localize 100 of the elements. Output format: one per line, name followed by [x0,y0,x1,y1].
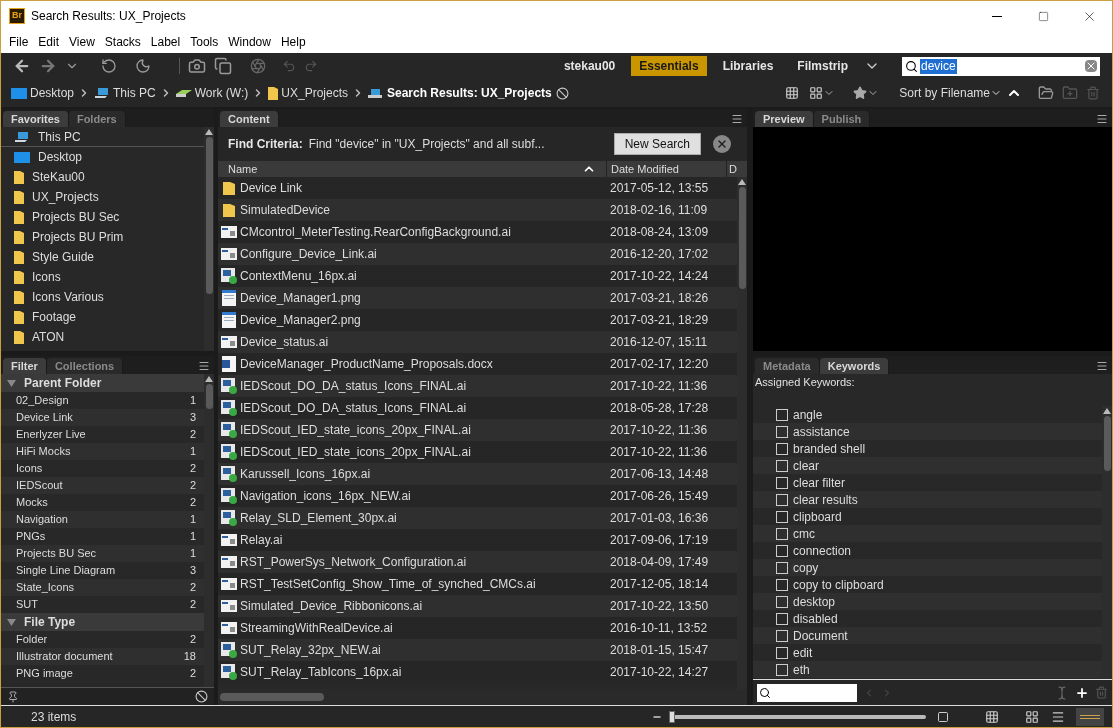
menu-item[interactable]: View [64,33,100,51]
file-row[interactable]: Configure_Device_Link.ai 2016-12-20, 17:02 [218,243,737,265]
scroll-up-icon[interactable] [738,179,746,185]
column-header[interactable]: D [727,161,747,177]
new-search-button[interactable]: New Search [613,133,701,155]
workspace-tab[interactable]: Filmstrip [789,56,856,76]
file-row[interactable]: RST_PowerSys_Network_Configuration.ai 2018-04-09, 17:49 [218,551,737,573]
panel-menu-icon[interactable] [198,360,210,372]
scroll-thumb[interactable] [205,137,213,294]
menu-item[interactable]: Help [275,33,311,51]
favorite-item[interactable]: SteKau00 [1,167,204,187]
scrollbar[interactable] [204,374,214,687]
scrollbar[interactable] [204,127,214,351]
clear-filter-icon[interactable] [195,690,208,703]
folder-icon[interactable] [1038,85,1054,101]
panel-tab[interactable]: Filter [3,358,47,374]
favorite-item[interactable]: Icons Various [1,287,204,307]
keyword-checkbox[interactable] [776,425,788,438]
filter-item[interactable]: HiFi Mocks 1 [1,443,204,460]
menu-item[interactable]: Edit [33,33,65,51]
scrollbar[interactable] [737,177,747,689]
filter-item[interactable]: Illustrator document 18 [1,648,204,665]
file-row[interactable]: Device_Manager1.png 2017-03-21, 18:26 [218,287,737,309]
file-row[interactable]: Simulated_Device_Ribbonicons.ai 2017-10-22, 13:50 [218,595,737,617]
breadcrumb[interactable]: UX_Projects [268,84,348,102]
breadcrumb[interactable]: This PC [94,84,156,102]
favorite-item[interactable]: Projects BU Sec [1,207,204,227]
menu-item[interactable]: Stacks [99,33,146,51]
breadcrumb[interactable]: Desktop [11,84,75,102]
crescent-icon[interactable] [135,58,151,74]
breadcrumb[interactable]: Work (W:) [175,84,249,102]
keyword-checkbox[interactable] [776,561,788,574]
details-view-icon[interactable] [1050,709,1066,724]
panel-tab[interactable]: Content [220,111,279,127]
panel-tab[interactable]: Favorites [3,111,69,127]
search-icon[interactable] [905,59,918,73]
scroll-up-icon[interactable] [205,376,213,382]
grid-view-icon[interactable] [984,709,1000,724]
breadcrumb[interactable]: Search Results: UX_Projects [368,84,552,102]
scroll-thumb[interactable] [205,384,213,410]
panel-tab[interactable]: Keywords [819,358,890,374]
back-icon[interactable] [13,57,31,75]
panel-tab[interactable]: Publish [813,111,871,127]
keyword-checkbox[interactable] [776,595,788,608]
sort-menu[interactable]: Sort by Filename [899,84,1002,102]
filter-group-header[interactable]: File Type [1,613,204,631]
keyword-checkbox[interactable] [776,646,788,659]
keyword-checkbox[interactable] [776,442,788,455]
add-keyword-icon[interactable] [1075,685,1089,700]
file-row[interactable]: SUT_Relay_32px_NEW.ai 2018-01-15, 15:47 [218,639,737,661]
favorite-item[interactable]: Desktop [1,147,204,167]
panel-menu-icon[interactable] [731,113,743,125]
camera-icon[interactable] [188,57,206,75]
file-row[interactable]: Device_status.ai 2016-12-07, 15:11 [218,331,737,353]
workspace-tab[interactable]: Libraries [714,56,782,76]
panel-tab[interactable]: Metadata [755,358,820,374]
keyword-checkbox[interactable] [776,629,788,642]
search-icon[interactable] [759,686,771,699]
aperture-icon[interactable] [250,58,266,74]
star-icon[interactable] [853,86,868,100]
file-row[interactable]: IEDScout_DO_DA_status_Icons_FINAL.ai 2017-10-22, 11:36 [218,375,737,397]
menu-item[interactable]: File [4,33,34,51]
search-field[interactable]: device [902,56,1100,76]
filter-item[interactable]: Navigation 1 [1,511,204,528]
filter-item[interactable]: Projects BU Sec 1 [1,545,204,562]
workspace-tab[interactable]: Essentials [631,56,707,76]
file-row[interactable]: IEDScout_IED_state_icons_20px_FINAL.ai 2017-10-22, 11:36 [218,419,737,441]
scroll-thumb[interactable] [1103,416,1111,471]
keyword-checkbox[interactable] [776,544,788,557]
filter-group-header[interactable]: Parent Folder [1,374,204,392]
panel-menu-icon[interactable] [1096,113,1108,125]
filter-item[interactable]: Device Link 3 [1,409,204,426]
favorite-item[interactable]: UX_Projects [1,187,204,207]
thumbnail-view-icon[interactable] [1024,709,1040,724]
file-row[interactable]: SimulatedDevice 2018-02-16, 11:09 [218,199,737,221]
keyword-checkbox[interactable] [776,459,788,472]
menu-item[interactable]: Tools [185,33,224,51]
filter-item[interactable]: IEDScout 2 [1,477,204,494]
workspace-tab[interactable]: stekau00 [555,56,624,76]
panel-menu-icon[interactable] [1096,360,1108,372]
scroll-up-icon[interactable] [1103,408,1111,414]
panel-tab[interactable]: Preview [755,111,814,127]
menu-item[interactable]: Window [223,33,276,51]
file-row[interactable]: Karussell_Icons_16px.ai 2017-06-13, 14:48 [218,463,737,485]
list-view-icon[interactable] [1076,707,1104,726]
pin-icon[interactable] [7,690,19,703]
scrollbar[interactable] [1102,406,1112,679]
panel-tab[interactable]: Collections [46,358,124,374]
favorite-item[interactable]: Icons [1,267,204,287]
keyword-checkbox[interactable] [776,408,788,421]
keyword-checkbox[interactable] [776,527,788,540]
keyword-checkbox[interactable] [776,663,788,676]
scroll-thumb[interactable] [738,187,746,290]
keyword-checkbox[interactable] [776,612,788,625]
favorite-item[interactable]: This PC [1,127,204,147]
forward-icon[interactable] [39,57,57,75]
keyword-checkbox[interactable] [776,493,788,506]
keyword-checkbox[interactable] [776,476,788,489]
file-row[interactable]: Relay_SLD_Element_30px.ai 2017-01-03, 16:36 [218,507,737,529]
favorite-item[interactable]: ATON [1,327,204,347]
